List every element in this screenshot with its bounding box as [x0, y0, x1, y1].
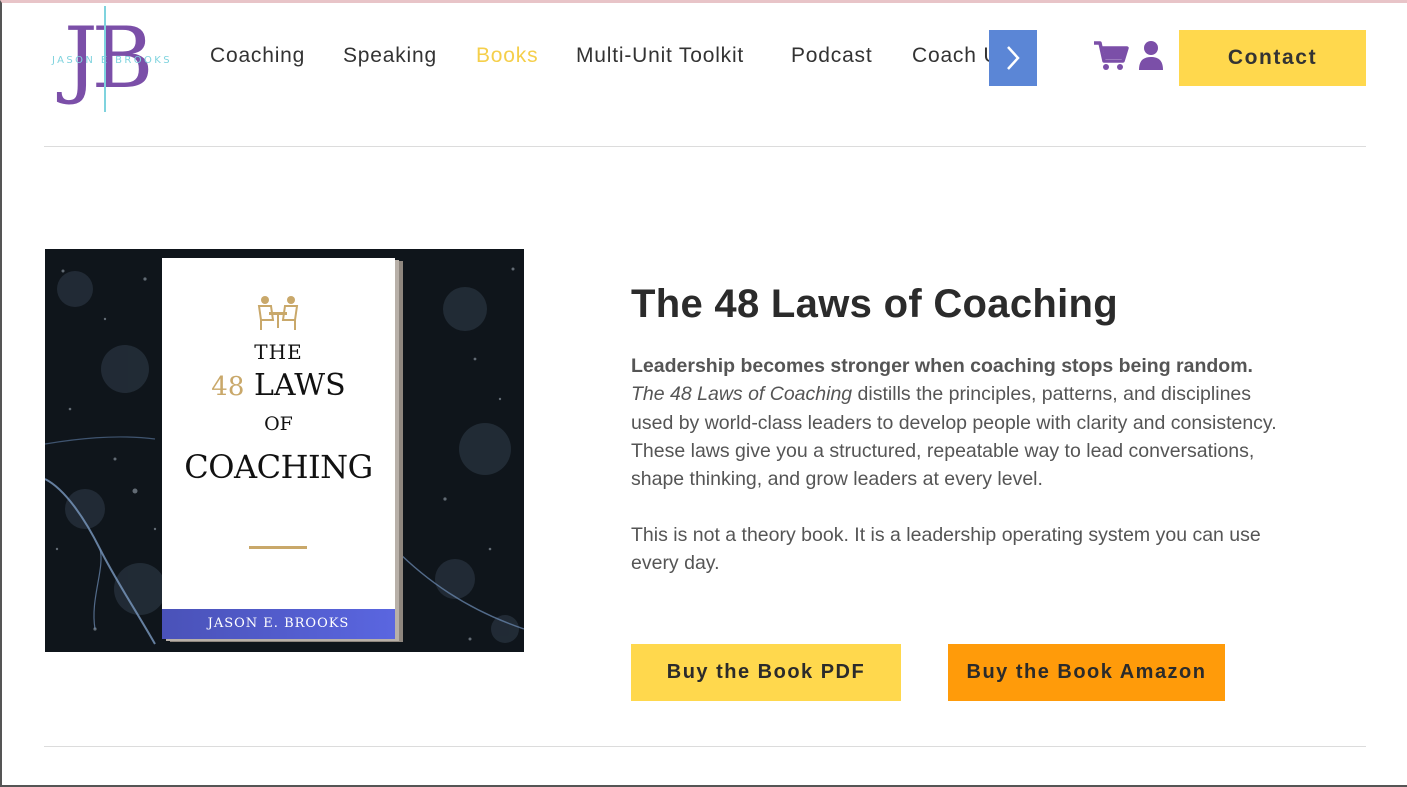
- product-description-2: This is not a theory book. It is a leade…: [631, 524, 1261, 575]
- nav-item-coaching[interactable]: Coaching: [210, 44, 305, 68]
- page-title: The 48 Laws of Coaching: [631, 282, 1118, 326]
- buy-amazon-button[interactable]: Buy the Book Amazon: [948, 644, 1225, 701]
- cover-title-laws: 48 LAWS: [162, 368, 395, 403]
- cover-title-of: OF: [264, 413, 293, 435]
- buy-pdf-button[interactable]: Buy the Book PDF: [631, 644, 901, 701]
- user-icon: [1139, 41, 1163, 70]
- nav-item-books[interactable]: Books: [476, 44, 538, 68]
- book-cover: THE 48 LAWS OF COACHING JASON E. BROOKS: [162, 258, 395, 639]
- contact-button[interactable]: Contact: [1179, 30, 1366, 86]
- logo-tagline: JASON E BROOKS: [51, 55, 173, 66]
- cart-button[interactable]: [1093, 40, 1129, 77]
- header-divider: [44, 146, 1366, 147]
- book-image: THE 48 LAWS OF COACHING JASON E. BROOKS: [45, 249, 524, 652]
- cover-title-the: THE: [254, 340, 303, 364]
- account-button[interactable]: [1138, 40, 1164, 77]
- product-description: Leadership becomes stronger when coachin…: [631, 352, 1291, 493]
- nav-item-multi-unit-toolkit[interactable]: Multi-Unit Toolkit: [576, 44, 744, 68]
- cover-title-number: 48: [211, 372, 245, 402]
- cover-title-coaching: COACHING: [184, 448, 373, 486]
- description-book-name: The 48 Laws of Coaching: [631, 383, 853, 406]
- site-logo[interactable]: JB JASON E BROOKS: [44, 6, 180, 112]
- footer-divider: [44, 746, 1366, 747]
- nav-scroll-button[interactable]: [989, 30, 1037, 86]
- description-lead: Leadership becomes stronger when coachin…: [631, 355, 1253, 377]
- shopping-cart-icon: [1094, 41, 1129, 70]
- chevron-right-icon: [1007, 46, 1020, 70]
- cover-title-laws-word: LAWS: [253, 368, 346, 403]
- cover-author: JASON E. BROOKS: [162, 609, 395, 639]
- cover-rule: [249, 546, 307, 549]
- nav-item-speaking[interactable]: Speaking: [343, 44, 437, 68]
- nav-item-podcast[interactable]: Podcast: [791, 44, 872, 68]
- coaching-table-icon: [257, 296, 299, 330]
